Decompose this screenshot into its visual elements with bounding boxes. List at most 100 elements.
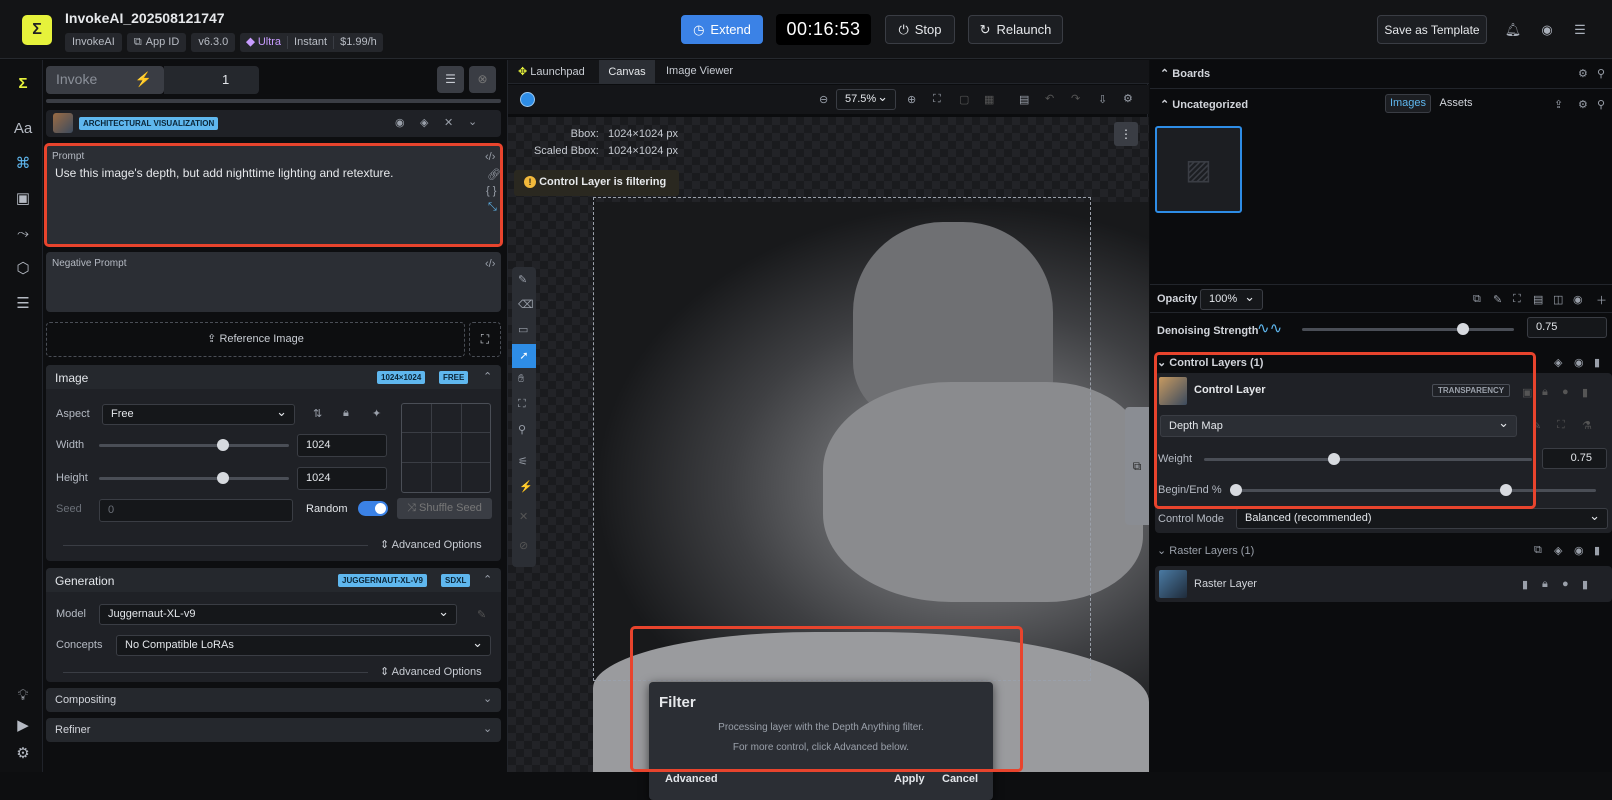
bbox-outline[interactable] bbox=[593, 197, 1091, 681]
text-icon[interactable]: Aa bbox=[12, 117, 34, 139]
hand-icon[interactable]: ✋︎ bbox=[518, 373, 524, 386]
chevron-down-icon[interactable]: ⌄ bbox=[468, 115, 477, 128]
control-lock-icon[interactable]: ▣ bbox=[1522, 386, 1532, 399]
adjust-icon[interactable]: ⚟ bbox=[518, 455, 528, 468]
zoom-out-icon[interactable]: ⊖ bbox=[819, 93, 828, 106]
control-layers-eye-icon[interactable]: ◉ bbox=[1574, 356, 1584, 369]
gallery-thumbnail[interactable]: ▨ bbox=[1155, 126, 1242, 213]
close-icon[interactable]: ✕ bbox=[519, 510, 528, 523]
gallery-search-icon[interactable]: ⚲ bbox=[1597, 98, 1605, 111]
layer-plus-icon[interactable]: ＋ bbox=[1596, 292, 1607, 308]
begin-end-slider[interactable] bbox=[1230, 484, 1596, 496]
image-advanced-toggle[interactable]: ⇕ Advanced Options bbox=[380, 538, 482, 551]
chip-app-id[interactable]: ⧉ App ID bbox=[126, 33, 187, 52]
seed-input[interactable]: 0 bbox=[99, 499, 293, 522]
aspect-select[interactable]: Free bbox=[102, 402, 295, 425]
reset-icon[interactable]: ⊘ bbox=[519, 539, 528, 552]
tab-image-viewer[interactable]: Image Viewer bbox=[666, 65, 733, 77]
queue-icon[interactable]: ☰ bbox=[12, 292, 34, 314]
chevron-down-icon[interactable]: ⌄ bbox=[483, 722, 492, 735]
filter-cancel-button[interactable]: Cancel bbox=[942, 773, 978, 785]
raster-add-icon[interactable]: ⧉ bbox=[1534, 544, 1542, 557]
model-cube-icon[interactable]: ⬡ bbox=[12, 257, 34, 279]
compositing-section[interactable]: Compositing ⌄ bbox=[46, 688, 501, 712]
settings-icon[interactable]: ⚙ bbox=[12, 742, 34, 764]
control-trash-icon[interactable]: ▮ bbox=[1582, 386, 1588, 399]
height-slider[interactable] bbox=[99, 472, 289, 484]
prompt-box[interactable]: Prompt Use this image's depth, but add n… bbox=[46, 145, 501, 244]
prompt-text[interactable]: Use this image's depth, but add nighttim… bbox=[55, 166, 394, 180]
image-icon[interactable]: ▣ bbox=[12, 187, 34, 209]
lightbulb-icon[interactable]: 💡︎ bbox=[12, 684, 34, 706]
zoom-in-icon[interactable]: ⊕ bbox=[907, 93, 916, 106]
move-tool-icon[interactable]: ➚ bbox=[512, 344, 536, 368]
layer-add-icon[interactable]: ⧉ bbox=[1473, 293, 1481, 306]
filter-advanced-button[interactable]: Advanced bbox=[665, 773, 718, 785]
eye-icon[interactable]: ◉ bbox=[395, 116, 405, 129]
rect-icon[interactable]: ▭ bbox=[518, 323, 528, 336]
control-layers-header[interactable]: ⌄ Control Layers (1) bbox=[1157, 356, 1263, 369]
control-layers-stack-icon[interactable]: ◈ bbox=[1554, 356, 1562, 369]
raster-trash-icon[interactable]: ▮ bbox=[1582, 578, 1588, 591]
invoke-logo-icon[interactable]: Σ bbox=[12, 72, 34, 94]
control-brush-icon[interactable]: ✎ bbox=[1532, 419, 1541, 432]
control-layer-card[interactable]: Control Layer TRANSPARENCY ▣ 🔒︎ ● ▮ Dept… bbox=[1155, 373, 1612, 533]
upload-icon[interactable]: ⇪ bbox=[1554, 98, 1563, 111]
shuffle-seed-button[interactable]: ⤨ Shuffle Seed bbox=[397, 498, 492, 519]
random-toggle[interactable] bbox=[358, 501, 388, 516]
weight-slider-knob[interactable] bbox=[1328, 453, 1340, 465]
tab-canvas[interactable]: Canvas bbox=[599, 60, 655, 84]
generation-section-header[interactable]: Generation JUGGERNAUT-XL-V9 SDXL ⌃ bbox=[46, 568, 501, 592]
reference-expand-button[interactable]: ⛶ bbox=[469, 322, 501, 357]
transform-icon[interactable]: ⛶ bbox=[518, 398, 526, 411]
chevron-up-icon[interactable]: ⌃ bbox=[483, 573, 492, 586]
opacity-select[interactable]: 100% bbox=[1200, 287, 1263, 310]
weight-value[interactable]: 0.75 bbox=[1542, 448, 1607, 469]
link-icon[interactable]: 🔗︎ bbox=[487, 168, 501, 181]
code-icon[interactable]: ‹/› bbox=[485, 258, 495, 270]
save-icon[interactable]: ▤ bbox=[1019, 93, 1029, 106]
fit-icon[interactable]: ⛶ bbox=[933, 93, 941, 106]
chevron-down-icon[interactable]: ⌄ bbox=[483, 692, 492, 705]
eyedropper-icon[interactable]: ⚲ bbox=[518, 423, 526, 436]
cancel-queue-button[interactable]: ⊗ bbox=[469, 66, 496, 93]
denoise-input[interactable]: 0.75 bbox=[1527, 317, 1607, 338]
negative-prompt-box[interactable]: Negative Prompt ‹/› bbox=[46, 252, 501, 312]
invoke-button[interactable]: Invoke ⚡ bbox=[46, 66, 164, 94]
queue-list-button[interactable]: ☰ bbox=[437, 66, 464, 93]
canvas-nodes-icon[interactable]: ⌘ bbox=[12, 152, 34, 174]
side-panel-handle[interactable]: ⧉ bbox=[1125, 407, 1149, 525]
boards-search-icon[interactable]: ⚲ bbox=[1597, 67, 1605, 80]
generation-advanced-toggle[interactable]: ⇕ Advanced Options bbox=[380, 665, 482, 678]
assets-tab[interactable]: Assets bbox=[1433, 94, 1479, 113]
control-layers-delete-icon[interactable]: ▮ bbox=[1594, 356, 1600, 369]
raster-layers-header[interactable]: ⌄ Raster Layers (1) bbox=[1157, 544, 1254, 557]
transparency-badge[interactable]: TRANSPARENCY bbox=[1432, 384, 1511, 397]
raster-stack-icon[interactable]: ◈ bbox=[1554, 544, 1562, 557]
canvas-options-button[interactable]: ⋮ bbox=[1114, 122, 1138, 146]
color-swatch[interactable] bbox=[520, 92, 535, 107]
control-dot-icon[interactable]: ● bbox=[1562, 386, 1569, 398]
refiner-section[interactable]: Refiner ⌄ bbox=[46, 718, 501, 742]
model-select[interactable]: Juggernaut-XL-v9 bbox=[99, 602, 457, 625]
control-mode-select[interactable]: Balanced (recommended) bbox=[1236, 506, 1608, 529]
undo-icon[interactable]: ↶ bbox=[1045, 92, 1054, 105]
style-preset-bar[interactable]: ARCHITECTURAL VISUALIZATION ◉ ◈ ✕ ⌄ bbox=[46, 110, 501, 137]
zoom-select[interactable]: 57.5% bbox=[836, 87, 896, 110]
control-transform-icon[interactable]: ⛶ bbox=[1557, 419, 1565, 432]
bell-icon[interactable]: 🔔︎ bbox=[1503, 20, 1523, 40]
canvas-stage[interactable]: Bbox: 1024×1024 px Scaled Bbox: 1024×102… bbox=[508, 117, 1149, 800]
width-slider[interactable] bbox=[99, 439, 289, 451]
boards-header[interactable]: ⌃ Boards bbox=[1160, 67, 1210, 80]
width-slider-knob[interactable] bbox=[217, 439, 229, 451]
filter-apply-button[interactable]: Apply bbox=[894, 773, 925, 785]
control-filter-icon[interactable]: ⚗ bbox=[1582, 419, 1592, 432]
swap-icon[interactable]: ⇅ bbox=[313, 407, 322, 420]
canvas-settings-icon[interactable]: ⚙ bbox=[1123, 92, 1133, 105]
youtube-icon[interactable]: ▶ bbox=[12, 714, 34, 736]
raster-delete-icon[interactable]: ▮ bbox=[1594, 544, 1600, 557]
depth-map-select[interactable]: Depth Map bbox=[1160, 413, 1517, 437]
concepts-select[interactable]: No Compatible LoRAs bbox=[116, 633, 491, 656]
discord-icon[interactable]: ◉ bbox=[1537, 20, 1557, 40]
brush-icon[interactable]: ✎ bbox=[518, 273, 527, 286]
